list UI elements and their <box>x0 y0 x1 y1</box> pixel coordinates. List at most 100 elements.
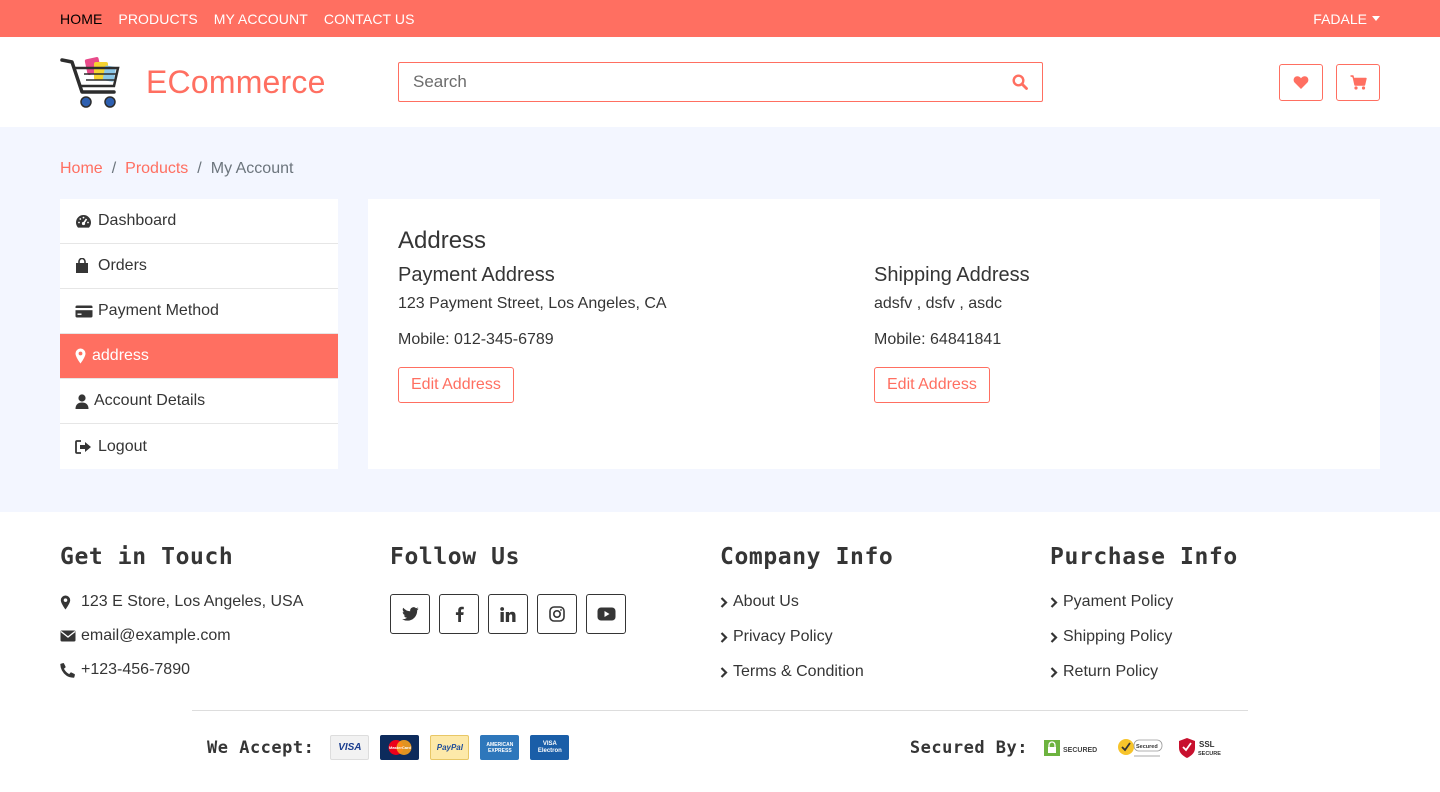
youtube-button[interactable] <box>586 594 626 634</box>
nav-products-link[interactable]: PRODUCTS <box>118 11 197 27</box>
caret-down-icon <box>1372 16 1380 21</box>
breadcrumb-current: My Account <box>210 160 294 177</box>
chevron-right-icon <box>720 596 728 608</box>
sidebar-item-label: address <box>92 347 149 364</box>
nav-my-account-link[interactable]: MY ACCOUNT <box>214 11 308 27</box>
facebook-button[interactable] <box>439 594 479 634</box>
footer-purchase-info: Purchase Info Pyament Policy Shipping Po… <box>1050 544 1380 697</box>
visa-electron-logo: VISA Electron <box>530 735 570 760</box>
footer-heading: Get in Touch <box>60 544 234 570</box>
top-bar: HOME PRODUCTS MY ACCOUNT CONTACT US FADA… <box>0 0 1440 37</box>
footer: Get in Touch 123 E Store, Los Angeles, U… <box>0 512 1440 760</box>
payment-methods: We Accept: VISA MasterCard PayPal AMERIC… <box>207 735 570 760</box>
header: ECommerce <box>0 37 1440 127</box>
user-name: FADALE <box>1313 10 1367 27</box>
twitter-icon <box>401 607 419 621</box>
chevron-right-icon <box>720 666 728 678</box>
shopping-bag-icon <box>75 258 93 274</box>
brand-name: ECommerce <box>146 63 326 100</box>
edit-shipping-address-button[interactable]: Edit Address <box>874 367 990 403</box>
brand[interactable]: ECommerce <box>60 52 398 112</box>
credit-card-icon <box>75 303 93 319</box>
breadcrumb-home-link[interactable]: Home <box>60 160 103 178</box>
footer-address: 123 E Store, Los Angeles, USA <box>60 592 390 612</box>
mastercard-logo: MasterCard <box>380 735 420 760</box>
social-links <box>390 594 720 634</box>
footer-heading: Follow Us <box>390 544 521 570</box>
svg-text:Secured: Secured <box>1136 744 1158 750</box>
linkedin-button[interactable] <box>488 594 528 634</box>
edit-payment-address-button[interactable]: Edit Address <box>398 367 514 403</box>
search-input[interactable] <box>413 72 1012 92</box>
svg-text:MasterCard: MasterCard <box>389 745 412 750</box>
account-sidebar: Dashboard Orders Payment Method address <box>60 199 338 469</box>
breadcrumb-separator: / <box>197 160 202 177</box>
svg-text:SECURE: SECURE <box>1198 751 1221 757</box>
payment-address-heading: Payment Address <box>398 264 555 286</box>
shipping-address-heading: Shipping Address <box>874 264 1030 286</box>
footer-link-privacy-policy[interactable]: Privacy Policy <box>720 627 1050 647</box>
tachometer-icon <box>75 213 93 229</box>
nav-contact-link[interactable]: CONTACT US <box>324 11 415 27</box>
chevron-right-icon <box>1050 596 1058 608</box>
shipping-address-block: Shipping Address adsfv , dsfv , asdc Mob… <box>874 264 1350 403</box>
instagram-button[interactable] <box>537 594 577 634</box>
breadcrumb: Home / Products / My Account <box>60 157 1380 181</box>
user-icon <box>75 393 89 409</box>
sidebar-item-payment-method[interactable]: Payment Method <box>60 289 338 334</box>
footer-follow-us: Follow Us <box>390 544 720 697</box>
secured-seal-logo: SECURED <box>1044 737 1102 759</box>
panel-title: Address <box>398 227 487 254</box>
chevron-right-icon <box>1050 631 1058 643</box>
sidebar-item-label: Logout <box>98 437 147 455</box>
envelope-icon <box>60 630 77 642</box>
sidebar-item-label: Account Details <box>94 392 206 409</box>
breadcrumb-separator: / <box>111 160 117 177</box>
facebook-icon <box>455 606 464 622</box>
sign-out-icon <box>75 439 93 455</box>
breadcrumb-products-link[interactable]: Products <box>125 160 188 178</box>
cart-button[interactable] <box>1336 63 1380 101</box>
amex-logo: AMERICAN EXPRESS <box>480 735 520 760</box>
footer-email: email@example.com <box>60 626 390 646</box>
sidebar-item-address[interactable]: address <box>60 334 338 379</box>
footer-link-terms[interactable]: Terms & Condition <box>720 662 1050 682</box>
search-icon[interactable] <box>1012 74 1028 90</box>
sidebar-item-logout[interactable]: Logout <box>60 424 338 469</box>
wishlist-button[interactable] <box>1279 63 1323 101</box>
payment-address-block: Payment Address 123 Payment Street, Los … <box>398 264 874 403</box>
we-accept-label: We Accept: <box>207 737 315 758</box>
footer-link-shipping-policy[interactable]: Shipping Policy <box>1050 627 1380 647</box>
footer-link-about-us[interactable]: About Us <box>720 592 1050 612</box>
footer-link-return-policy[interactable]: Return Policy <box>1050 662 1380 682</box>
sidebar-item-label: Dashboard <box>98 212 177 229</box>
paypal-verified-seal-logo: Secured <box>1116 737 1164 759</box>
youtube-icon <box>597 607 615 621</box>
nav-home-link[interactable]: HOME <box>60 11 102 27</box>
search-box <box>398 62 1043 102</box>
user-menu-dropdown[interactable]: FADALE <box>1313 11 1380 27</box>
sidebar-item-label: Orders <box>98 257 147 274</box>
footer-heading: Purchase Info <box>1050 544 1238 570</box>
linkedin-icon <box>500 606 516 622</box>
address-panel: Address Payment Address 123 Payment Stre… <box>368 199 1380 469</box>
heart-icon <box>1293 75 1309 89</box>
phone-icon <box>60 662 77 678</box>
svg-text:SECURED: SECURED <box>1063 747 1097 754</box>
instagram-icon <box>549 606 565 622</box>
main-content: Home / Products / My Account Dashboard O… <box>0 127 1440 512</box>
map-marker-icon <box>75 348 87 364</box>
sidebar-item-dashboard[interactable]: Dashboard <box>60 199 338 244</box>
visa-card-logo: VISA <box>330 735 370 760</box>
twitter-button[interactable] <box>390 594 430 634</box>
footer-heading: Company Info <box>720 544 894 570</box>
sidebar-item-label: Payment Method <box>98 302 219 319</box>
paypal-logo: PayPal <box>430 735 470 760</box>
chevron-right-icon <box>1050 666 1058 678</box>
sidebar-item-orders[interactable]: Orders <box>60 244 338 289</box>
shopping-cart-logo <box>60 57 120 108</box>
footer-link-payment-policy[interactable]: Pyament Policy <box>1050 592 1380 612</box>
footer-bottom: We Accept: VISA MasterCard PayPal AMERIC… <box>192 710 1248 760</box>
footer-company-info: Company Info About Us Privacy Policy Ter… <box>720 544 1050 697</box>
sidebar-item-account-details[interactable]: Account Details <box>60 379 338 424</box>
